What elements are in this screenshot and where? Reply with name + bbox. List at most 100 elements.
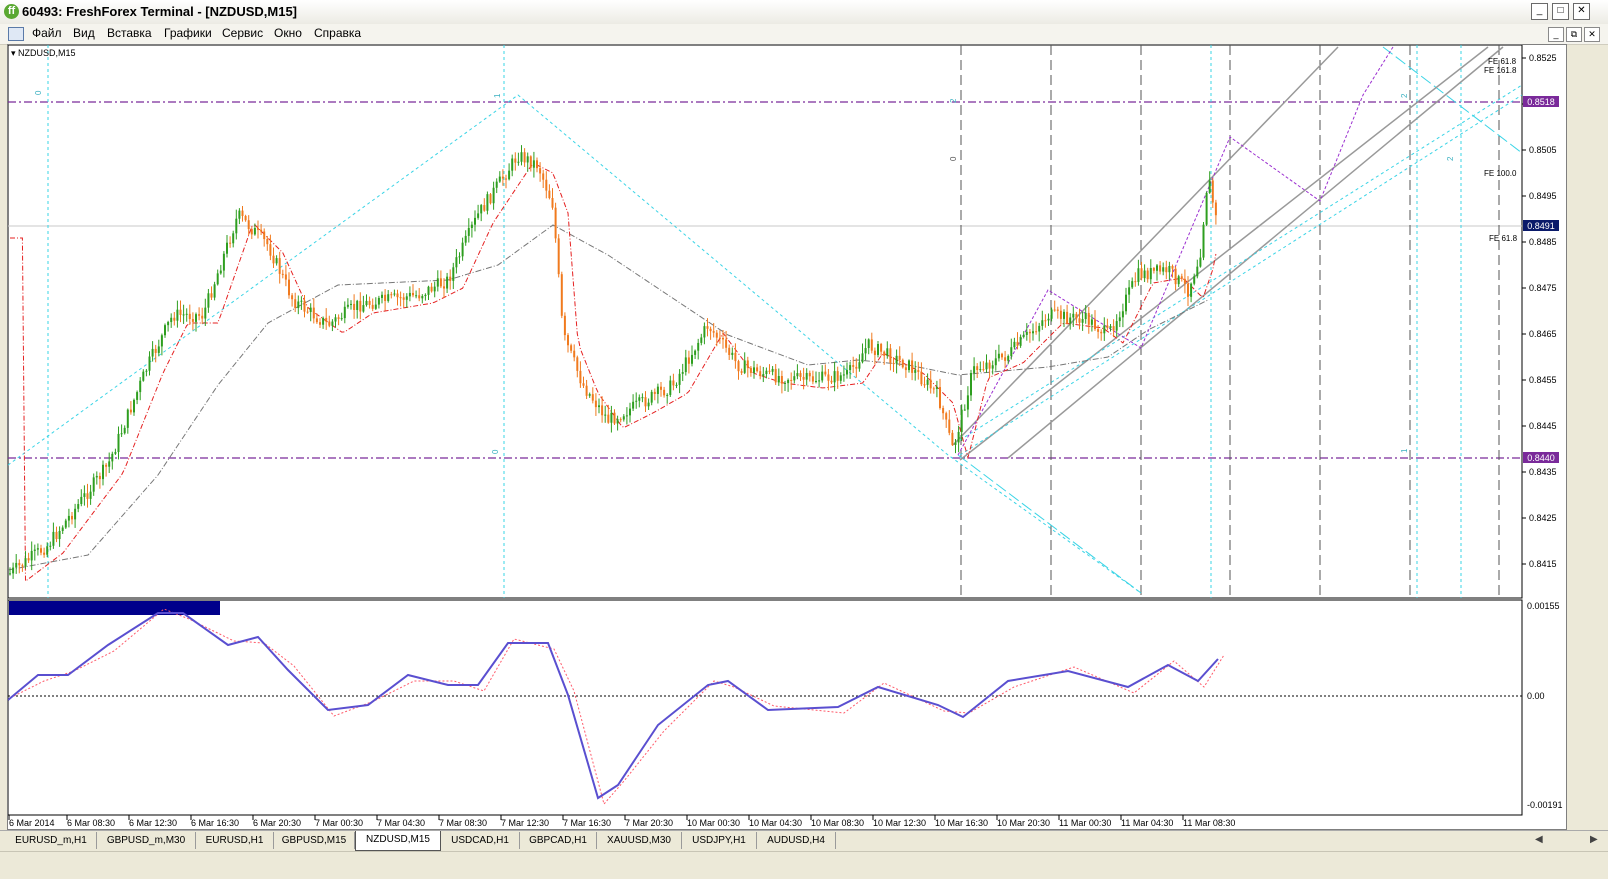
menu-view[interactable]: Вид — [69, 26, 99, 40]
maximize-button[interactable]: □ — [1552, 3, 1569, 20]
candle-body — [71, 515, 73, 520]
candle-body — [83, 493, 86, 497]
candle-body — [982, 369, 985, 371]
oscillator-tick-label: 0.00 — [1527, 691, 1545, 701]
candle-body — [746, 360, 749, 368]
candle-body — [74, 508, 77, 520]
chart-window[interactable]: 0.85250.85150.85050.84950.84850.84750.84… — [7, 44, 1567, 830]
tab-audusd-h4[interactable]: AUDUSD,H4 — [757, 832, 836, 849]
menu-bar: Файл Вид Вставка Графики Сервис Окно Спр… — [0, 24, 1608, 45]
candle-body — [467, 227, 470, 236]
candle-body — [861, 353, 864, 363]
mdi-minimize-button[interactable]: _ — [1548, 27, 1564, 42]
time-tick-label: 7 Mar 04:30 — [377, 818, 425, 828]
tab-scroll-left-icon[interactable]: ◀ — [1535, 834, 1543, 845]
candle-body — [443, 286, 445, 289]
candle-body — [644, 397, 647, 407]
candle-body — [1146, 270, 1149, 280]
candle-body — [396, 293, 399, 298]
menu-help[interactable]: Справка — [310, 26, 365, 40]
time-tick-label: 11 Mar 08:30 — [1183, 818, 1235, 828]
candle-body — [514, 158, 517, 163]
candle-body — [908, 360, 910, 371]
candle-body — [92, 477, 95, 492]
candle-body — [1134, 281, 1137, 283]
menu-window[interactable]: Окно — [270, 26, 306, 40]
tab-gbpusd-m-m30[interactable]: GBPUSD_m,M30 — [97, 832, 196, 849]
candle-body — [641, 397, 644, 399]
tab-eurusd-h1[interactable]: EURUSD,H1 — [196, 832, 274, 849]
tab-gbpusd-m15[interactable]: GBPUSD,M15 — [274, 832, 355, 849]
price-tick-label: 0.8465 — [1529, 329, 1557, 339]
candle-body — [1100, 331, 1103, 334]
candle-body — [567, 335, 569, 346]
candle-body — [790, 379, 793, 381]
candle-body — [1063, 311, 1065, 319]
candle-body — [402, 297, 405, 300]
tab-usdcad-h1[interactable]: USDCAD,H1 — [441, 832, 520, 849]
candle-body — [102, 464, 104, 480]
candle-body — [275, 258, 278, 264]
candle-body — [917, 370, 920, 372]
candle-body — [1187, 283, 1189, 297]
candle-body — [244, 216, 247, 221]
candle-body — [340, 318, 343, 320]
candle-body — [185, 313, 188, 315]
candle-body — [1022, 334, 1025, 337]
candle-body — [433, 286, 436, 292]
fib-label: FE 100.0 — [1484, 169, 1517, 178]
tab-scroll-right-icon[interactable]: ▶ — [1590, 834, 1598, 845]
mdi-restore-button[interactable]: ⧉ — [1566, 27, 1582, 42]
candle-body — [21, 565, 24, 567]
candle-body — [970, 373, 972, 396]
candle-body — [1053, 309, 1056, 311]
tab-usdjpy-h1[interactable]: USDJPY,H1 — [682, 832, 757, 849]
candle-body — [889, 348, 892, 363]
candle-body — [821, 371, 824, 381]
candle-body — [846, 370, 848, 375]
candle-body — [508, 170, 511, 180]
tab-eurusd-m-h1[interactable]: EURUSD_m,H1 — [6, 832, 97, 849]
candle-body — [1056, 309, 1059, 311]
price-tick-label: 0.8415 — [1529, 559, 1557, 569]
price-tick-label: 0.8505 — [1529, 145, 1557, 155]
menu-tools[interactable]: Сервис — [218, 26, 267, 40]
tab-nzdusd-m15[interactable]: NZDUSD,M15 — [355, 831, 441, 851]
candle-body — [250, 229, 253, 235]
candle-body — [61, 527, 64, 531]
candle-body — [399, 297, 402, 299]
candle-body — [142, 371, 145, 381]
candle-body — [1193, 276, 1196, 284]
mdi-close-button[interactable]: ✕ — [1584, 27, 1600, 42]
candle-body — [331, 321, 334, 326]
candle-body — [278, 258, 281, 274]
candle-body — [1159, 265, 1162, 272]
close-button[interactable]: ✕ — [1573, 3, 1590, 20]
candle-body — [201, 315, 204, 319]
tab-xauusd-m30[interactable]: XAUUSD,M30 — [597, 832, 682, 849]
candle-body — [1059, 310, 1062, 319]
candle-body — [297, 301, 300, 309]
candle-body — [408, 292, 411, 297]
candle-body — [601, 405, 604, 416]
candle-body — [731, 352, 734, 355]
candle-body — [765, 370, 768, 375]
candle-body — [148, 356, 151, 371]
candle-body — [328, 321, 331, 326]
candle-body — [663, 389, 666, 396]
chart-window-icon[interactable] — [8, 27, 24, 41]
candle-body — [892, 362, 895, 364]
chart-canvas[interactable]: 0.85250.85150.85050.84950.84850.84750.84… — [7, 44, 1566, 829]
menu-file[interactable]: Файл — [28, 26, 66, 40]
candle-body — [86, 493, 89, 499]
candle-body — [337, 317, 340, 319]
time-tick-label: 7 Mar 00:30 — [315, 818, 363, 828]
tab-gbpcad-h1[interactable]: GBPCAD,H1 — [520, 832, 597, 849]
minimize-button[interactable]: _ — [1531, 3, 1548, 20]
candle-body — [167, 322, 170, 326]
candle-body — [49, 545, 52, 547]
candle-body — [334, 317, 337, 322]
candle-body — [356, 300, 359, 310]
menu-insert[interactable]: Вставка — [103, 26, 156, 40]
menu-charts[interactable]: Графики — [160, 26, 216, 40]
